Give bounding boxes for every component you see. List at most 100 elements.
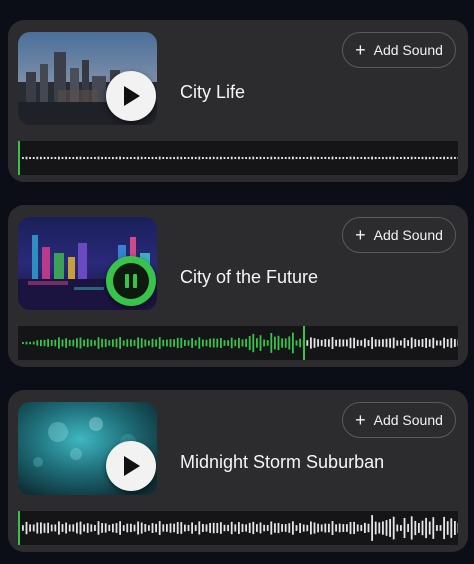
waveform-bar [353,521,355,534]
waveform-bar [58,156,60,160]
waveform-bar [29,341,31,345]
add-sound-button[interactable]: + Add Sound [342,217,456,253]
waveform-bar [212,338,215,348]
waveform-bar [112,523,114,533]
waveform-bar [248,336,251,351]
add-sound-button[interactable]: + Add Sound [342,402,456,438]
waveform-bar [439,157,442,159]
waveform-bar [418,157,420,159]
waveform-bar [389,156,391,160]
waveform-scrubber[interactable] [18,141,458,175]
waveform-bar [248,156,251,160]
waveform-bar [79,337,82,349]
waveform-bar [151,156,154,160]
waveform-bar [342,157,345,159]
waveform-bar [137,337,139,349]
waveform-bar [191,156,193,160]
waveform-bar [166,157,168,159]
waveform-bar [83,524,85,532]
waveform-bar [108,340,111,346]
sound-card-city-life: + Add Sound City Life [8,20,468,182]
waveform-bar [86,523,89,533]
waveform-bar [130,523,132,533]
waveform-bar [191,338,193,348]
waveform-bar [140,522,143,534]
waveform-bar [65,338,67,348]
waveform-bar [238,337,240,349]
waveform-bar [104,156,107,160]
waveform [18,511,458,545]
waveform-bar [410,156,413,160]
waveform-bar [263,524,265,532]
waveform-bar [360,157,363,159]
waveform-bar [432,517,435,539]
waveform-bar [184,339,186,346]
waveform-bar [252,521,255,535]
waveform-bar [284,157,287,159]
waveform-bar [158,521,161,535]
waveform-bar [320,339,323,347]
waveform-bar [230,521,233,535]
waveform-bar [410,516,413,540]
waveform-bar [54,339,57,347]
waveform-bar [191,522,193,534]
waveform-bar [313,338,316,348]
waveform-bar [313,156,316,160]
waveform-bar [418,339,420,347]
waveform-bar [292,332,294,354]
waveform-bar [446,156,449,159]
play-button[interactable] [106,441,156,491]
waveform-bar [382,157,384,160]
waveform-bar [414,156,417,159]
waveform-bar [374,339,377,347]
play-button[interactable] [106,71,156,121]
waveform-bar [25,156,28,160]
waveform-bar [25,341,28,345]
waveform-bar [403,156,406,160]
waveform-bar [328,157,330,160]
waveform-bar [400,157,402,159]
waveform-scrubber[interactable] [18,326,458,360]
waveform-bar [295,157,298,159]
waveform-bar [223,157,226,159]
waveform-bar [86,338,89,348]
waveform-bar [50,524,53,532]
waveform-bar [83,339,85,347]
waveform-bar [364,338,366,348]
add-sound-button[interactable]: + Add Sound [342,32,456,68]
waveform-bar [324,523,327,533]
waveform-bar [36,340,39,346]
waveform-bar [104,338,107,348]
waveform-bar [248,522,251,533]
waveform-bar [410,337,413,349]
waveform-scrubber[interactable] [18,511,458,545]
waveform-bar [47,156,49,160]
waveform-bar [263,157,265,159]
waveform-bar [396,157,399,159]
waveform-bar [223,524,226,532]
waveform-bar [360,340,363,346]
waveform-bar [245,524,247,532]
waveform-bar [281,157,283,159]
waveform-bar [29,157,31,159]
waveform-bar [432,156,435,160]
waveform-bar [454,339,456,347]
waveform-bar [403,338,406,348]
waveform-bar [94,525,96,531]
waveform-bar [364,156,366,160]
waveform-bar [310,156,312,160]
waveform-bar [166,339,168,347]
playhead[interactable] [303,326,305,360]
waveform-bar [241,523,244,532]
pause-button[interactable] [106,256,156,306]
waveform-bar [338,523,341,533]
waveform-bar [335,339,337,347]
waveform-bar [36,156,39,160]
waveform-bar [162,524,165,532]
waveform-bar [227,524,229,532]
waveform-bar [155,339,157,347]
waveform-bar [274,336,276,350]
waveform-bar [47,339,49,347]
playhead[interactable] [18,511,20,545]
playhead[interactable] [18,141,20,175]
